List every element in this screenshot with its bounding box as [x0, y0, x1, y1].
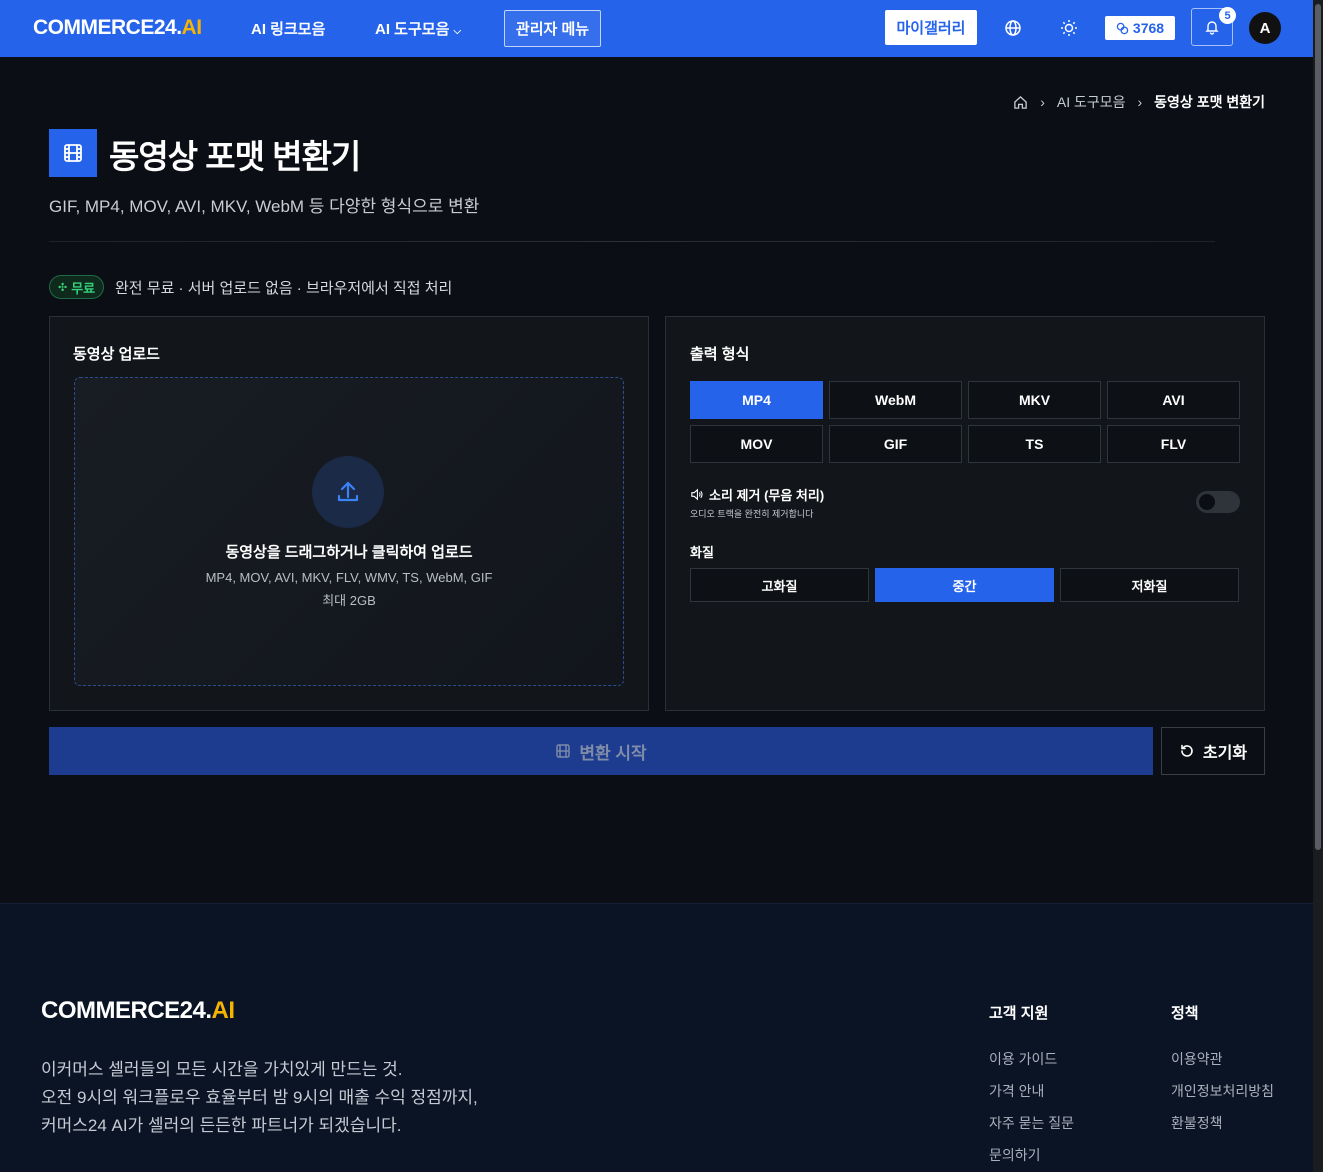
footer-link-guide[interactable]: 이용 가이드 [989, 1049, 1057, 1069]
dropzone-formats: MP4, MOV, AVI, MKV, FLV, WMV, TS, WebM, … [205, 570, 493, 585]
top-navigation-bar: COMMERCE24.AI AI 링크모음 AI 도구모음 ⌵ 관리자 메뉴 마… [0, 0, 1313, 57]
footer-support-title: 고객 지원 [989, 1005, 1049, 1022]
upload-icon[interactable] [312, 456, 384, 528]
home-icon[interactable] [1013, 95, 1028, 110]
page-title: 동영상 포맷 변환기 [109, 138, 361, 175]
film-icon [556, 744, 571, 758]
mute-toggle[interactable] [1196, 491, 1240, 513]
format-option-flv[interactable]: FLV [1107, 425, 1240, 463]
reset-button[interactable]: 초기화 [1161, 727, 1265, 775]
scrollbar-thumb[interactable] [1315, 4, 1321, 850]
upload-panel-title: 동영상 업로드 [73, 346, 160, 363]
chevron-down-icon: ⌵ [453, 26, 462, 37]
format-option-mov[interactable]: MOV [690, 425, 823, 463]
logo[interactable]: COMMERCE24.AI [33, 16, 202, 40]
nav-ai-links[interactable]: AI 링크모음 [251, 18, 325, 39]
credits-value: 3768 [1132, 20, 1165, 36]
chevron-right-icon: › [1137, 94, 1143, 110]
divider [49, 241, 1215, 242]
format-option-mkv[interactable]: MKV [968, 381, 1101, 419]
footer-link-pricing[interactable]: 가격 안내 [989, 1081, 1044, 1101]
free-description: 완전 무료 · 서버 업로드 없음 · 브라우저에서 직접 처리 [115, 280, 453, 297]
bell-icon [1205, 21, 1219, 35]
speaker-icon [691, 488, 703, 501]
admin-menu-button[interactable]: 관리자 메뉴 [504, 10, 601, 47]
coins-icon [1116, 22, 1129, 34]
quality-option-high[interactable]: 고화질 [690, 568, 869, 602]
film-icon [49, 129, 97, 177]
dropzone-max-size: 최대 2GB [322, 593, 376, 608]
footer-link-privacy[interactable]: 개인정보처리방침 [1171, 1081, 1274, 1101]
footer-policy-title: 정책 [1171, 1005, 1199, 1022]
breadcrumb-parent[interactable]: AI 도구모음 [1057, 92, 1126, 112]
footer-description-line: 커머스24 AI가 셀러의 든든한 파트너가 되겠습니다. [41, 1116, 402, 1135]
mute-description: 오디오 트랙을 완전히 제거합니다 [690, 509, 814, 519]
my-gallery-button[interactable]: 마이갤러리 [885, 10, 977, 45]
refresh-icon [1181, 744, 1193, 757]
page-subtitle: GIF, MP4, MOV, AVI, MKV, WebM 등 다양한 형식으로… [49, 197, 480, 216]
free-badge: ✣ 무료 [49, 275, 105, 299]
credits-badge[interactable]: 3768 [1105, 16, 1175, 40]
chevron-right-icon: › [1040, 94, 1045, 110]
format-option-ts[interactable]: TS [968, 425, 1101, 463]
breadcrumb-current: 동영상 포맷 변환기 [1154, 94, 1265, 110]
footer-description-line: 이커머스 셀러들의 모든 시간을 가치있게 만드는 것. [41, 1060, 403, 1079]
footer-link-terms[interactable]: 이용약관 [1171, 1049, 1223, 1069]
footer-link-contact[interactable]: 문의하기 [989, 1145, 1041, 1165]
footer-link-refund[interactable]: 환불정책 [1171, 1113, 1223, 1133]
format-option-webm[interactable]: WebM [829, 381, 962, 419]
nav-ai-tools[interactable]: AI 도구모음 ⌵ [375, 18, 461, 39]
toggle-knob [1199, 494, 1215, 510]
footer-link-faq[interactable]: 자주 묻는 질문 [989, 1113, 1074, 1133]
quality-option-low[interactable]: 저화질 [1060, 568, 1239, 602]
convert-button[interactable]: 변환 시작 [49, 727, 1153, 775]
notification-count-badge: 5 [1219, 7, 1236, 24]
sun-icon[interactable] [1059, 18, 1079, 38]
format-option-avi[interactable]: AVI [1107, 381, 1240, 419]
avatar[interactable]: A [1249, 12, 1281, 44]
format-option-mp4[interactable]: MP4 [690, 381, 823, 419]
dropzone-main-text: 동영상을 드래그하거나 클릭하여 업로드 [225, 544, 473, 561]
globe-icon[interactable] [1003, 18, 1023, 38]
quality-label: 화질 [690, 545, 714, 560]
output-panel-title: 출력 형식 [690, 346, 750, 363]
format-option-gif[interactable]: GIF [829, 425, 962, 463]
mute-label: 소리 제거 (무음 처리) [690, 485, 824, 504]
sparkle-icon: ✣ [58, 281, 68, 294]
footer-logo[interactable]: COMMERCE24.AI [41, 997, 235, 1025]
upload-dropzone[interactable] [74, 377, 624, 686]
breadcrumb: › AI 도구모음 › 동영상 포맷 변환기 [1013, 92, 1265, 112]
footer-description-line: 오전 9시의 워크플로우 효율부터 밤 9시의 매출 수익 정점까지, [41, 1088, 478, 1107]
quality-option-medium[interactable]: 중간 [875, 568, 1054, 602]
